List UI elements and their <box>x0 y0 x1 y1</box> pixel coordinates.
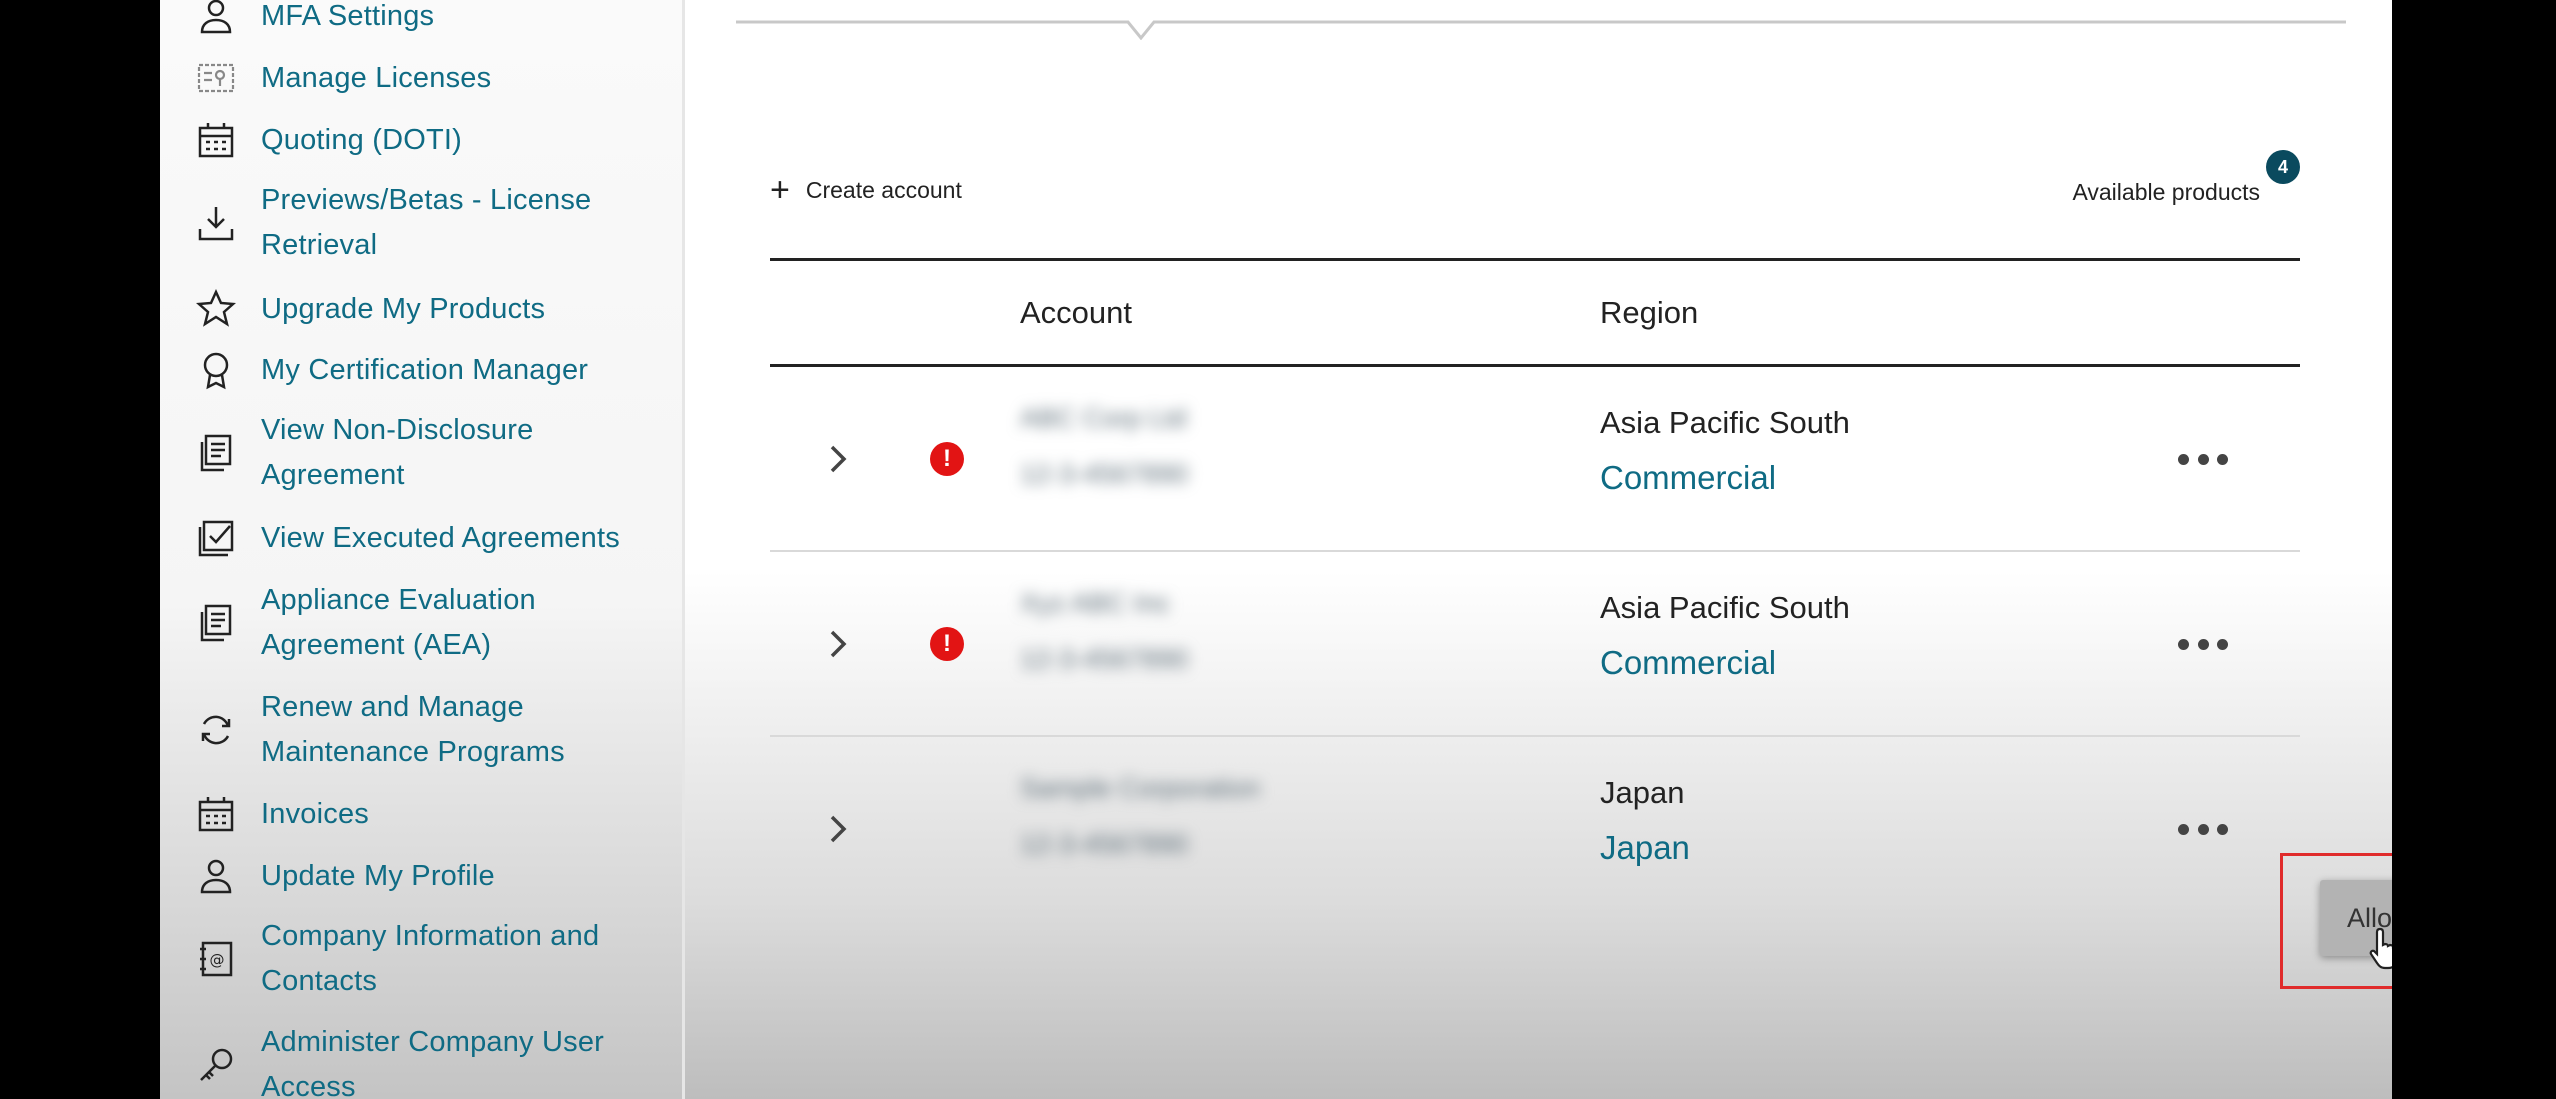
expand-chevron-icon[interactable] <box>820 624 856 664</box>
refresh-icon <box>192 706 240 754</box>
sidebar-item-company-information[interactable]: @ Company Information and Contacts <box>192 914 662 1004</box>
expand-chevron-icon[interactable] <box>820 439 856 479</box>
sidebar-item-certification-manager[interactable]: My Certification Manager <box>192 346 662 394</box>
column-header-account: Account <box>1020 295 1133 330</box>
table-row: Sample Corporation 12-3-4567890 Japan Ja… <box>770 737 2300 922</box>
hand-cursor-icon <box>2369 927 2392 970</box>
available-products-link[interactable]: Available products <box>2072 179 2260 206</box>
table-header: Account Region <box>770 258 2300 367</box>
calculator-icon <box>192 116 240 164</box>
sidebar-item-maintenance-programs[interactable]: Renew and Manage Maintenance Programs <box>192 685 662 775</box>
sidebar-item-upgrade-products[interactable]: Upgrade My Products <box>192 285 662 333</box>
sidebar-item-mfa-settings[interactable]: MFA Settings <box>192 0 662 40</box>
more-options-icon[interactable] <box>2178 447 2228 471</box>
region-name: Japan <box>1600 775 1685 810</box>
sidebar-item-nda[interactable]: View Non-Disclosure Agreement <box>192 408 662 498</box>
sidebar-item-label: MFA Settings <box>261 0 435 32</box>
sidebar-item-label: Company Information and Contacts <box>261 920 600 997</box>
document-icon <box>192 429 240 477</box>
award-icon <box>192 346 240 394</box>
region-type: Commercial <box>1600 459 1777 496</box>
sidebar-item-quoting[interactable]: Quoting (DOTI) <box>192 116 662 164</box>
contacts-icon: @ <box>192 935 240 983</box>
account-id: 12-3-4567890 <box>1020 459 1189 489</box>
sidebar-item-label: Previews/Betas - License Retrieval <box>261 184 592 261</box>
sidebar-item-invoices[interactable]: Invoices <box>192 790 662 838</box>
main-content: + Create account Available products 4 Ac… <box>688 0 2392 1099</box>
plus-icon: + <box>770 171 790 209</box>
sidebar-item-label: Manage Licenses <box>261 61 492 94</box>
download-icon <box>192 199 240 247</box>
calculator-icon <box>192 790 240 838</box>
table-row: ! Xyz ABC Inc 12-3-4567890 Asia Pacific … <box>770 552 2300 737</box>
account-name: Xyz ABC Inc <box>1020 588 1171 618</box>
account-name: Sample Corporation <box>1020 773 1261 803</box>
column-header-region: Region <box>1600 295 1699 330</box>
sidebar-item-label: Upgrade My Products <box>261 292 546 325</box>
sidebar-item-label: Invoices <box>261 797 369 830</box>
create-account-label: Create account <box>805 176 962 203</box>
region-name: Asia Pacific South <box>1600 590 1850 625</box>
account-id: 12-3-4567890 <box>1020 829 1189 859</box>
sidebar-item-manage-licenses[interactable]: Manage Licenses <box>192 54 662 102</box>
section-divider <box>736 20 2346 40</box>
more-options-icon[interactable] <box>2178 817 2228 841</box>
key-icon <box>192 1041 240 1089</box>
sidebar-item-administer-user-access[interactable]: Administer Company User Access <box>192 1020 662 1099</box>
sidebar-item-label: Renew and Manage Maintenance Programs <box>261 691 565 768</box>
checkbox-icon <box>192 514 240 562</box>
expand-chevron-icon[interactable] <box>820 809 856 849</box>
alert-icon: ! <box>930 442 964 476</box>
account-id: 12-3-4567890 <box>1020 644 1189 674</box>
table-row: ! ABC Corp Ltd 12-3-4567890 Asia Pacific… <box>770 367 2300 552</box>
sidebar-item-label: View Non-Disclosure Agreement <box>261 414 534 491</box>
sidebar-item-label: Update My Profile <box>261 859 495 892</box>
sidebar-item-label: Quoting (DOTI) <box>261 123 463 156</box>
sidebar-item-label: Administer Company User Access <box>261 1026 605 1099</box>
sidebar-item-label: My Certification Manager <box>261 353 589 386</box>
sidebar-item-previews-betas[interactable]: Previews/Betas - License Retrieval <box>192 178 662 268</box>
sidebar-item-aea[interactable]: Appliance Evaluation Agreement (AEA) <box>192 578 662 668</box>
sidebar-item-label: Appliance Evaluation Agreement (AEA) <box>261 584 536 661</box>
accounts-table: Account Region ! ABC Corp Ltd 12-3-45678… <box>770 258 2300 922</box>
star-icon <box>192 285 240 333</box>
sidebar-nav: MFA Settings Manage Licenses Quoting (DO… <box>160 0 685 1099</box>
svg-text:@: @ <box>210 951 225 969</box>
products-count-badge: 4 <box>2266 150 2300 184</box>
user-icon <box>192 0 240 40</box>
license-icon <box>192 54 240 102</box>
sidebar-item-executed-agreements[interactable]: View Executed Agreements <box>192 514 662 562</box>
sidebar-item-update-profile[interactable]: Update My Profile <box>192 852 662 900</box>
region-type: Japan <box>1600 829 1690 866</box>
more-options-icon[interactable] <box>2178 632 2228 656</box>
accounts-toolbar: + Create account Available products 4 <box>770 150 2300 225</box>
alert-icon: ! <box>930 627 964 661</box>
document-icon <box>192 599 240 647</box>
account-name: ABC Corp Ltd <box>1020 403 1187 433</box>
create-account-button[interactable]: + Create account <box>770 173 962 207</box>
region-type: Commercial <box>1600 644 1777 681</box>
portal-window: MFA Settings Manage Licenses Quoting (DO… <box>160 0 2392 1099</box>
region-name: Asia Pacific South <box>1600 405 1850 440</box>
user-icon <box>192 852 240 900</box>
sidebar-item-label: View Executed Agreements <box>261 521 620 554</box>
